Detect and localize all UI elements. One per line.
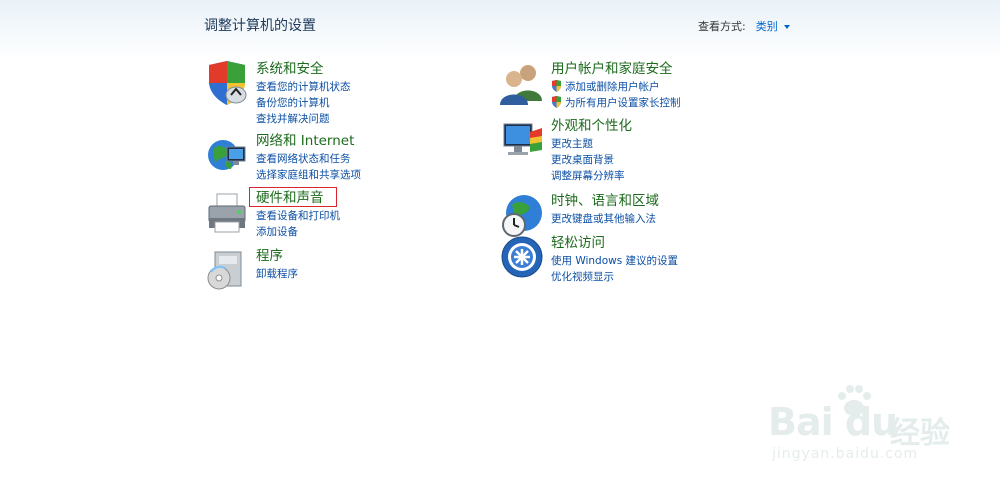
view-by-dropdown[interactable]: 类别 <box>756 20 790 33</box>
clock-globe-icon <box>502 195 542 237</box>
link-homegroup-sharing[interactable]: 选择家庭组和共享选项 <box>256 167 361 183</box>
link-adjust-resolution[interactable]: 调整屏幕分辨率 <box>551 168 625 184</box>
page-title: 调整计算机的设置 <box>204 18 316 34</box>
view-by-control: 查看方式: 类别 <box>698 18 790 34</box>
link-change-desktop-background[interactable]: 更改桌面背景 <box>551 152 625 168</box>
link-find-fix-problems[interactable]: 查找并解决问题 <box>256 111 351 127</box>
view-by-label: 查看方式: <box>698 20 746 33</box>
link-uninstall-program[interactable]: 卸载程序 <box>256 266 298 282</box>
category-title[interactable]: 系统和安全 <box>256 61 324 78</box>
users-icon <box>500 65 542 105</box>
category-title[interactable]: 程序 <box>256 248 283 265</box>
printer-icon <box>208 193 246 233</box>
link-view-network-status[interactable]: 查看网络状态和任务 <box>256 151 361 167</box>
link-view-devices-printers[interactable]: 查看设备和打印机 <box>256 208 340 224</box>
category-title[interactable]: 网络和 Internet <box>256 133 354 150</box>
ease-of-access-icon <box>501 236 543 278</box>
appearance-monitor-icon <box>503 123 542 155</box>
chevron-down-icon[interactable] <box>783 25 790 29</box>
category-title[interactable]: 用户帐户和家庭安全 <box>551 61 673 78</box>
link-add-remove-users[interactable]: 添加或删除用户帐户 <box>551 79 681 95</box>
highlight-box <box>249 187 337 207</box>
watermark-url: jingyan.baidu.com <box>772 446 919 462</box>
uac-shield-icon <box>552 96 561 108</box>
category-title[interactable]: 轻松访问 <box>551 235 605 252</box>
link-change-theme[interactable]: 更改主题 <box>551 136 625 152</box>
link-optimize-visual-display[interactable]: 优化视频显示 <box>551 269 678 285</box>
link-view-computer-status[interactable]: 查看您的计算机状态 <box>256 79 351 95</box>
paw-icon <box>838 385 871 416</box>
header-background <box>0 0 1000 60</box>
category-title[interactable]: 外观和个性化 <box>551 118 632 135</box>
baidu-jingyan-watermark: Bai du 经验 jingyan.baidu.com <box>768 380 988 470</box>
globe-network-icon <box>208 140 246 170</box>
link-add-device[interactable]: 添加设备 <box>256 224 340 240</box>
link-backup-computer[interactable]: 备份您的计算机 <box>256 95 351 111</box>
link-text: 为所有用户设置家长控制 <box>565 97 681 109</box>
link-change-keyboard-input[interactable]: 更改键盘或其他输入法 <box>551 211 656 227</box>
watermark-logo: Bai du <box>768 400 898 444</box>
uac-shield-icon <box>552 80 561 92</box>
programs-icon <box>207 251 242 290</box>
link-text: 添加或删除用户帐户 <box>565 81 660 93</box>
link-windows-recommended-settings[interactable]: 使用 Windows 建议的设置 <box>551 253 678 269</box>
link-parental-controls[interactable]: 为所有用户设置家长控制 <box>551 95 681 111</box>
view-by-value: 类别 <box>755 20 778 33</box>
shield-computer-icon <box>209 61 247 105</box>
category-title[interactable]: 时钟、语言和区域 <box>551 193 659 210</box>
